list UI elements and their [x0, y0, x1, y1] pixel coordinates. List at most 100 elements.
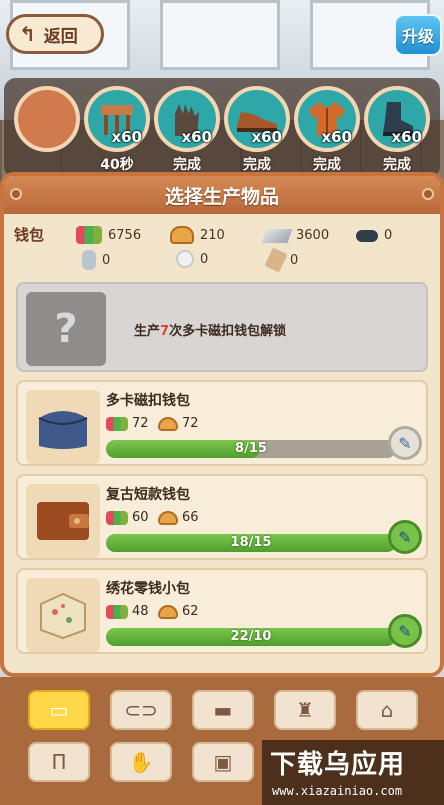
- category-shoe[interactable]: ▬: [192, 690, 254, 730]
- item-progress-bar: 22/10: [106, 628, 396, 646]
- wood-icon: [264, 247, 288, 273]
- pants-icon: Π: [51, 750, 67, 774]
- resource-cotton: 210: [170, 226, 225, 244]
- queue-slot-jacket[interactable]: x60: [294, 86, 360, 152]
- queue-slot-gloves[interactable]: x60: [154, 86, 220, 152]
- item-card[interactable]: 多卡磁扣钱包 72 72 8/15 ✎: [16, 380, 428, 466]
- produce-button[interactable]: ✎: [388, 520, 422, 554]
- watermark-sub: www.xiazainiao.com: [272, 784, 403, 798]
- item-thumb: [26, 390, 100, 464]
- item-cost-cotton: 62: [158, 604, 199, 619]
- fabric-icon: [106, 604, 128, 619]
- item-cost-fabric: 48: [106, 604, 149, 619]
- queue-status: 完成: [383, 157, 411, 173]
- produce-button[interactable]: ✎: [388, 614, 422, 648]
- back-button[interactable]: ↰ 返回: [6, 14, 104, 54]
- glove-icon: ✋: [128, 750, 154, 774]
- item-cost-cotton: 72: [158, 416, 199, 431]
- queue-slot-shoe[interactable]: x60: [224, 86, 290, 152]
- jacket-icon: ♜: [296, 698, 314, 722]
- resource-value: 0: [384, 228, 393, 243]
- resource-value: 0: [102, 252, 111, 268]
- queue-qty: x60: [251, 128, 282, 146]
- fabric-icon: [76, 226, 102, 244]
- progress-text: 18/15: [230, 535, 272, 550]
- category-belt[interactable]: ⊂⊃: [110, 690, 172, 730]
- cotton-icon: [158, 604, 178, 619]
- fabric-icon: [106, 510, 128, 525]
- item-name: 绣花零钱小包: [106, 581, 190, 597]
- queue-qty: x60: [111, 128, 142, 146]
- resource-value: 210: [200, 227, 225, 243]
- item-thumb: [26, 484, 100, 558]
- resource-thread: 0: [82, 250, 110, 270]
- dark-material-icon: [356, 229, 378, 242]
- panel-title: 选择生产物品: [4, 176, 440, 214]
- queue-qty: x60: [181, 128, 212, 146]
- background-window: [160, 0, 280, 70]
- item-cost-fabric: 72: [106, 416, 149, 431]
- queue-slot-stool[interactable]: x60: [84, 86, 150, 152]
- pencil-icon: ✎: [398, 527, 412, 547]
- resource-fabric: 6756: [76, 226, 141, 244]
- item-cost-cotton: 66: [158, 510, 199, 525]
- metal-icon: [261, 228, 293, 243]
- rivet-decoration: [10, 188, 22, 200]
- resource-value: 3600: [296, 228, 330, 243]
- category-jacket[interactable]: ♜: [274, 690, 336, 730]
- item-thumb: [26, 578, 100, 652]
- cotton-icon: [158, 510, 178, 525]
- category-glove[interactable]: ✋: [110, 742, 172, 782]
- bag-icon: ⌂: [380, 698, 394, 722]
- produce-button[interactable]: ✎: [388, 426, 422, 460]
- queue-status: 完成: [243, 157, 271, 173]
- belt-icon: ⊂⊃: [124, 698, 158, 722]
- fabric-icon: [106, 416, 128, 431]
- back-arrow-icon: ↰: [19, 22, 36, 46]
- queue-qty: x60: [321, 128, 352, 146]
- resource-wood: 0: [264, 247, 299, 273]
- category-wallet[interactable]: ▭: [28, 690, 90, 730]
- queue-slot-boot[interactable]: x60: [364, 86, 430, 152]
- item-cost-fabric: 60: [106, 510, 149, 525]
- progress-text: 22/10: [230, 629, 272, 644]
- watermark-main: 下载乌应用: [270, 750, 406, 780]
- item-progress-bar: 18/15: [106, 534, 396, 552]
- watermark: 下载乌应用 www.xiazainiao.com: [262, 740, 444, 805]
- queue-slot-empty[interactable]: [14, 86, 80, 152]
- item-card[interactable]: 复古短款钱包 60 66 18/15 ✎: [16, 474, 428, 560]
- queue-status: 完成: [173, 157, 201, 173]
- pencil-icon: ✎: [398, 621, 412, 641]
- progress-text: 8/15: [235, 441, 267, 456]
- resource-value: 0: [200, 251, 209, 267]
- cotton-icon: [170, 226, 194, 244]
- resource-value: 6756: [108, 227, 142, 243]
- pencil-icon: ✎: [398, 433, 412, 453]
- cotton-icon: [158, 416, 178, 431]
- queue-status: 40秒: [100, 157, 134, 173]
- resource-dark-material: 0: [356, 228, 392, 243]
- category-briefcase[interactable]: ▣: [192, 742, 254, 782]
- coin-pouch-icon: [40, 592, 86, 640]
- thread-icon: [82, 250, 96, 270]
- shoe-icon: ▬: [213, 698, 233, 722]
- ball-icon: [176, 250, 194, 268]
- queue-status: 完成: [313, 157, 341, 173]
- wallet-label: 钱包: [14, 226, 45, 244]
- back-label: 返回: [43, 26, 78, 47]
- wallet-brown-icon: [37, 502, 89, 540]
- item-name: 复古短款钱包: [106, 487, 190, 503]
- item-card[interactable]: 绣花零钱小包 48 62 22/10 ✎: [16, 568, 428, 654]
- resource-metal: 3600: [261, 228, 330, 243]
- resource-ball: 0: [176, 250, 208, 268]
- unlock-requirement: 生产7次多卡磁扣钱包解锁: [134, 324, 287, 339]
- item-name: 多卡磁扣钱包: [106, 393, 190, 409]
- locked-item-card: ? 生产7次多卡磁扣钱包解锁: [16, 282, 428, 372]
- item-progress-bar: 8/15: [106, 440, 396, 458]
- locked-thumb: ?: [26, 292, 106, 366]
- category-pants[interactable]: Π: [28, 742, 90, 782]
- briefcase-icon: ▣: [213, 750, 233, 774]
- resource-value: 0: [290, 252, 299, 268]
- category-bag[interactable]: ⌂: [356, 690, 418, 730]
- upgrade-button[interactable]: 升级: [394, 14, 442, 56]
